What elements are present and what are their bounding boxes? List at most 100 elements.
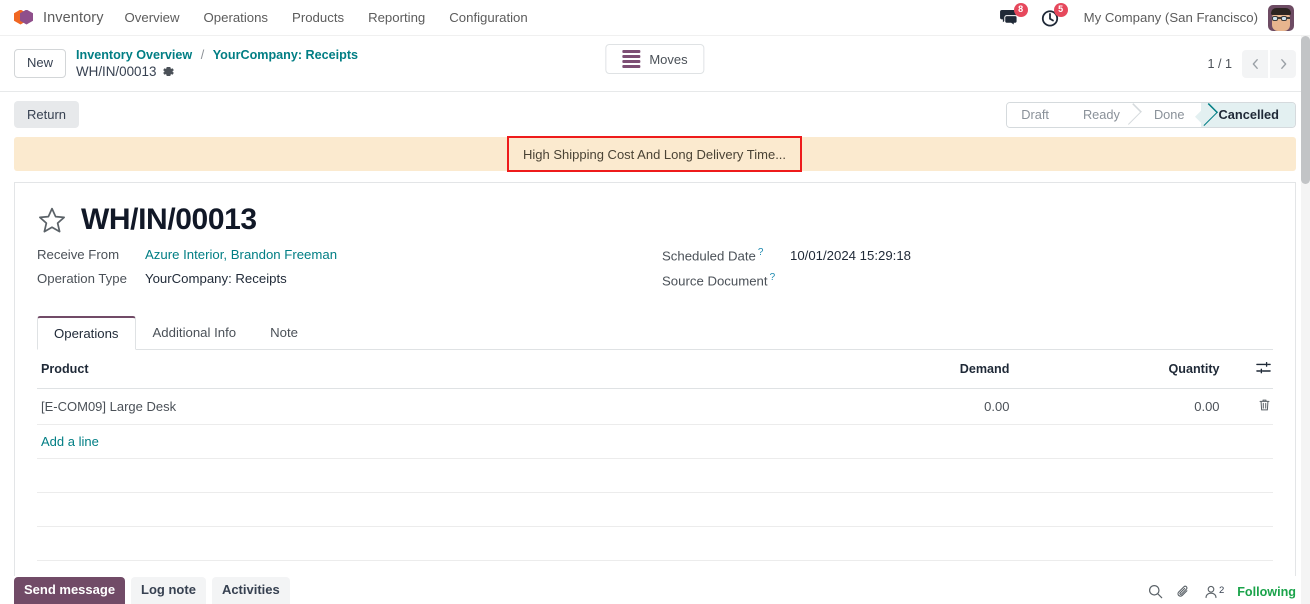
nav-item-operations[interactable]: Operations xyxy=(192,0,281,36)
breadcrumb-item-inventory-overview[interactable]: Inventory Overview xyxy=(76,48,192,62)
nav-item-reporting[interactable]: Reporting xyxy=(356,0,437,36)
gear-icon[interactable] xyxy=(162,65,175,78)
field-value-scheduled-date[interactable]: 10/01/2024 15:29:18 xyxy=(790,248,911,263)
pager: 1 / 1 xyxy=(1207,49,1296,78)
star-outline-icon[interactable] xyxy=(37,206,67,235)
moves-smart-button[interactable]: Moves xyxy=(605,44,705,74)
status-ready[interactable]: Ready xyxy=(1064,102,1136,127)
table-header-row: Product Demand Quantity xyxy=(37,349,1273,389)
add-a-line-button[interactable]: Add a line xyxy=(41,434,99,449)
breadcrumb-path: Inventory Overview / YourCompany: Receip… xyxy=(76,47,358,63)
chatter-bar: Send message Log note Activities 2 Follo… xyxy=(0,576,1310,604)
status-draft[interactable]: Draft xyxy=(1007,102,1065,127)
chatter-actions: Send message Log note Activities xyxy=(14,576,290,604)
field-label-operation-type: Operation Type xyxy=(37,271,127,286)
company-switcher[interactable]: My Company (San Francisco) xyxy=(1070,10,1268,25)
highlight-annotation: High Shipping Cost And Long Delivery Tim… xyxy=(507,136,803,172)
activities-button[interactable]: Activities xyxy=(211,576,290,604)
log-note-button[interactable]: Log note xyxy=(131,576,206,604)
moves-label: Moves xyxy=(649,51,688,67)
field-label-source-document: Source Document? xyxy=(662,272,790,288)
tab-note[interactable]: Note xyxy=(253,316,315,350)
pager-next-button[interactable] xyxy=(1270,49,1296,78)
field-operation-type: Operation Type YourCompany: Receipts xyxy=(37,271,662,286)
followers-count: 2 xyxy=(1218,584,1225,596)
messages-badge: 8 xyxy=(1013,2,1028,17)
status-cancelled[interactable]: Cancelled xyxy=(1200,102,1295,127)
field-grid: Receive From Azure Interior, Brandon Fre… xyxy=(37,247,1273,289)
pager-value: 1 / 1 xyxy=(1207,56,1232,71)
cell-product[interactable]: [E-COM09] Large Desk xyxy=(37,388,804,425)
chatter-tools: 2 Following xyxy=(1148,584,1296,604)
page-scrollbar-thumb[interactable] xyxy=(1301,36,1310,184)
title-row: WH/IN/00013 xyxy=(37,203,1273,237)
breadcrumb: Inventory Overview / YourCompany: Receip… xyxy=(76,47,358,80)
search-icon[interactable] xyxy=(1148,584,1163,599)
paperclip-icon[interactable] xyxy=(1176,584,1191,599)
breadcrumb-current: WH/IN/00013 xyxy=(76,63,358,80)
trash-icon[interactable] xyxy=(1258,398,1271,412)
new-button[interactable]: New xyxy=(14,49,67,78)
nav-item-overview[interactable]: Overview xyxy=(113,0,192,36)
record-sheet: WH/IN/00013 Receive From Azure Interior,… xyxy=(14,182,1296,577)
odoo-cube-icon[interactable] xyxy=(14,7,34,29)
tab-operations[interactable]: Operations xyxy=(37,315,136,350)
followers-button[interactable]: 2 xyxy=(1204,585,1224,599)
column-header-product[interactable]: Product xyxy=(37,349,804,389)
list-lines-icon xyxy=(622,50,641,68)
tab-additional-info[interactable]: Additional Info xyxy=(136,316,254,350)
status-bar: Draft Ready Done Cancelled xyxy=(1006,101,1296,128)
activities-button[interactable]: 5 xyxy=(1030,0,1070,36)
nav-item-configuration[interactable]: Configuration xyxy=(437,0,539,36)
form-area: Return Draft Ready Done Cancelled High S… xyxy=(0,92,1310,577)
cell-quantity[interactable]: 0.00 xyxy=(1013,388,1224,425)
page-title: WH/IN/00013 xyxy=(81,203,257,236)
help-marker-icon[interactable]: ? xyxy=(758,247,764,258)
status-row: Return Draft Ready Done Cancelled xyxy=(0,92,1310,137)
status-done[interactable]: Done xyxy=(1135,102,1201,127)
table-row[interactable]: [E-COM09] Large Desk 0.00 0.00 xyxy=(37,388,1273,425)
following-status[interactable]: Following xyxy=(1237,585,1296,599)
activities-badge: 5 xyxy=(1053,2,1068,17)
help-marker-icon[interactable]: ? xyxy=(770,272,776,283)
field-source-document: Source Document? xyxy=(662,272,1273,288)
operations-table: Product Demand Quantity [E-COM09] Large … xyxy=(37,349,1273,561)
add-line-row[interactable]: Add a line xyxy=(37,424,1273,459)
breadcrumb-separator: / xyxy=(200,48,205,62)
top-navbar: Inventory Overview Operations Products R… xyxy=(0,0,1310,36)
table-filler-row xyxy=(37,492,1273,527)
field-label-receive-from: Receive From xyxy=(37,247,120,262)
field-value-operation-type[interactable]: YourCompany: Receipts xyxy=(145,271,287,286)
field-label-scheduled-date-text: Scheduled Date xyxy=(662,248,756,264)
field-value-receive-from[interactable]: Azure Interior, Brandon Freeman xyxy=(145,247,337,262)
field-label-source-document-text: Source Document xyxy=(662,273,768,289)
field-group-right: Scheduled Date? 10/01/2024 15:29:18 Sour… xyxy=(662,247,1273,289)
return-button[interactable]: Return xyxy=(14,101,80,128)
app-name[interactable]: Inventory xyxy=(41,10,113,26)
field-group-left: Receive From Azure Interior, Brandon Fre… xyxy=(37,247,662,289)
table-filler-row xyxy=(37,458,1273,493)
column-header-quantity[interactable]: Quantity xyxy=(1013,349,1224,389)
messages-button[interactable]: 8 xyxy=(989,0,1030,36)
pager-previous-button[interactable] xyxy=(1242,49,1268,78)
warning-text: High Shipping Cost And Long Delivery Tim… xyxy=(523,146,787,162)
user-icon xyxy=(1205,585,1217,598)
column-header-demand[interactable]: Demand xyxy=(803,349,1014,389)
field-scheduled-date: Scheduled Date? 10/01/2024 15:29:18 xyxy=(662,247,1273,263)
record-reference: WH/IN/00013 xyxy=(76,64,157,79)
notebook: Operations Additional Info Note Product … xyxy=(37,315,1273,561)
notebook-tabs: Operations Additional Info Note xyxy=(37,315,1273,350)
field-receive-from: Receive From Azure Interior, Brandon Fre… xyxy=(37,247,662,262)
control-panel: New Inventory Overview / YourCompany: Re… xyxy=(0,36,1310,92)
send-message-button[interactable]: Send message xyxy=(14,576,126,604)
cell-demand[interactable]: 0.00 xyxy=(803,388,1014,425)
optional-columns-header xyxy=(1223,349,1273,389)
user-avatar[interactable] xyxy=(1268,4,1294,31)
breadcrumb-item-receipts[interactable]: YourCompany: Receipts xyxy=(213,48,358,62)
warning-banner: High Shipping Cost And Long Delivery Tim… xyxy=(14,136,1296,172)
column-settings-icon[interactable] xyxy=(1256,361,1271,375)
nav-item-products[interactable]: Products xyxy=(280,0,356,36)
cell-delete xyxy=(1223,388,1273,425)
field-label-scheduled-date: Scheduled Date? xyxy=(662,247,790,263)
navbar-right-section: 8 5 My Company (San Francisco) xyxy=(989,0,1302,36)
